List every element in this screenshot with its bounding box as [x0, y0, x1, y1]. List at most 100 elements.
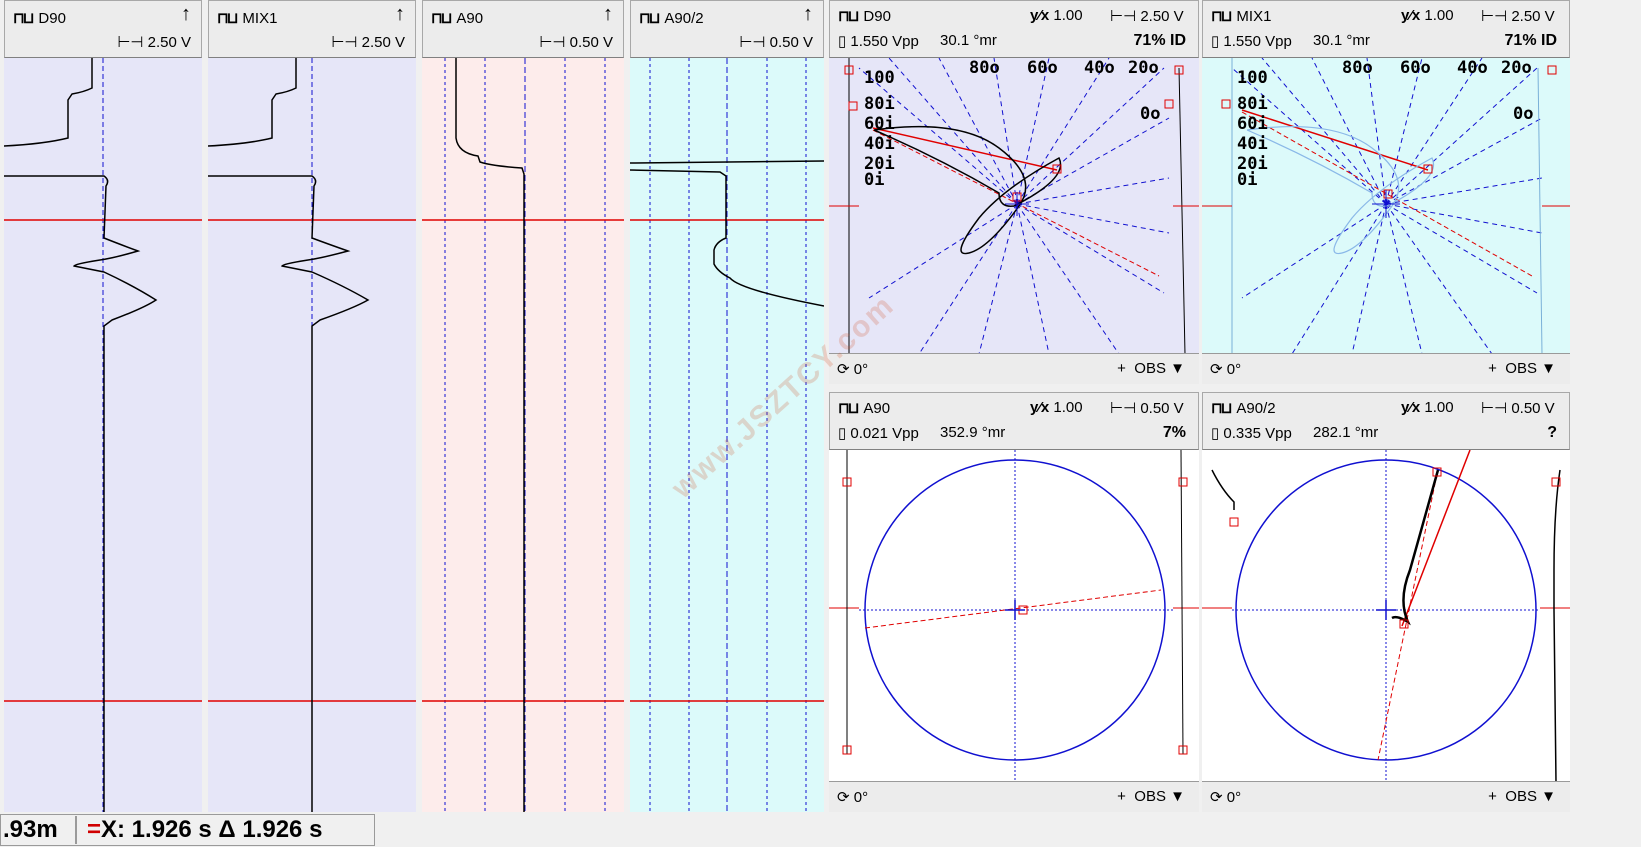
cal-label: 40i — [864, 134, 895, 154]
strip-header: ⊓⊔ A90 ↑ ⊢⊣ 0.50 V — [422, 0, 624, 58]
gain-value: 1.00 — [1053, 399, 1083, 416]
add-marker-icon[interactable]: + — [1117, 788, 1130, 805]
triangle-down-icon[interactable]: ▼ — [1170, 360, 1185, 377]
span-icon: ⊢⊣ — [331, 34, 362, 51]
rotate-control[interactable]: ⟳ 0° — [1210, 360, 1241, 378]
cal-label: 80i — [1237, 94, 1268, 114]
probe-icon: ▯ — [838, 425, 851, 442]
position-readout: .93m — [3, 816, 58, 843]
channel-name: D90 — [863, 8, 891, 25]
lissajous-plot[interactable]: 100 80i 60i 40i 20i 0i 80o 60o 40o 20o 0… — [1202, 58, 1570, 354]
channel-name: A90 — [456, 10, 484, 27]
rotate-control[interactable]: ⟳ 0° — [837, 788, 868, 806]
rotation-value: 0° — [1226, 361, 1242, 378]
lissajous-plot[interactable] — [1202, 450, 1570, 782]
probe-icon: ▯ — [1211, 33, 1224, 50]
arrow-up-icon[interactable]: ↑ — [603, 4, 613, 24]
cal-label: 40o — [1084, 58, 1115, 78]
arrow-up-icon[interactable]: ↑ — [803, 4, 813, 24]
gain-icon: y⁄x — [1030, 7, 1054, 24]
channel-scale: 0.50 V — [1140, 400, 1184, 417]
gain-icon: y⁄x — [1401, 399, 1425, 416]
strip-panel-a90[interactable]: ⊓⊔ A90 ↑ ⊢⊣ 0.50 V — [422, 0, 624, 812]
lissajous-header: ⊓⊔ A90/2 y⁄x 1.00 ⊢⊣ 0.50 V ▯ 0.335 Vpp 2… — [1202, 392, 1570, 450]
channel-name: D90 — [38, 10, 66, 27]
result-percent: 71% ID — [1504, 32, 1557, 49]
span-icon: ⊢⊣ — [739, 34, 770, 51]
lissajous-plot[interactable] — [829, 450, 1199, 782]
mode-dropdown[interactable]: OBS — [1134, 360, 1166, 377]
cal-label: 80i — [864, 94, 895, 114]
lissajous-panel-mix1[interactable]: ⊓⊔ MIX1 y⁄x 1.00 ⊢⊣ 2.50 V ▯ 1.550 Vpp 30… — [1202, 0, 1570, 384]
lissajous-footer: ⟳ 0° + OBS ▼ — [1202, 353, 1570, 384]
rotate-control[interactable]: ⟳ 0° — [1210, 788, 1241, 806]
cal-label: 0o — [1140, 104, 1161, 124]
strip-plot[interactable] — [208, 58, 416, 812]
strip-panel-mix1[interactable]: ⊓⊔ MIX1 ↑ ⊢⊣ 2.50 V — [208, 0, 416, 812]
cal-label: 0o — [1513, 104, 1534, 124]
span-icon: ⊢⊣ — [539, 34, 570, 51]
cal-label: 80o — [969, 58, 1000, 78]
vpp-value: 0.021 Vpp — [850, 425, 919, 442]
cal-label: 60i — [864, 114, 895, 134]
strip-panel-d90[interactable]: ⊓⊔ D90 ↑ ⊢⊣ 2.50 V — [4, 0, 202, 812]
gain-value: 1.00 — [1424, 399, 1454, 416]
triangle-down-icon[interactable]: ▼ — [1541, 360, 1556, 377]
mode-dropdown[interactable]: OBS — [1505, 360, 1537, 377]
gain-value: 1.00 — [1424, 7, 1454, 24]
lissajous-header: ⊓⊔ D90 y⁄x 1.00 ⊢⊣ 2.50 V ▯ 1.550 Vpp 30.… — [829, 0, 1199, 58]
signal-icon: ⊓⊔ — [217, 10, 238, 27]
cal-label: 100 — [864, 68, 895, 88]
phase-angle: 282.1 °mr — [1313, 424, 1379, 441]
signal-icon: ⊓⊔ — [639, 10, 660, 27]
lissajous-header: ⊓⊔ A90 y⁄x 1.00 ⊢⊣ 0.50 V ▯ 0.021 Vpp 352… — [829, 392, 1199, 450]
cal-label: 80o — [1342, 58, 1373, 78]
rotation-value: 0° — [853, 361, 869, 378]
probe-icon: ▯ — [838, 33, 851, 50]
channel-scale: 2.50 V — [1511, 8, 1555, 25]
triangle-down-icon[interactable]: ▼ — [1541, 788, 1556, 805]
span-icon: ⊢⊣ — [117, 34, 148, 51]
strip-plot[interactable] — [422, 58, 624, 812]
arrow-up-icon[interactable]: ↑ — [181, 4, 191, 24]
signal-icon: ⊓⊔ — [1211, 8, 1232, 25]
status-bar: .93m =X: 1.926 s Δ 1.926 s — [0, 814, 375, 846]
lissajous-footer: ⟳ 0° + OBS ▼ — [1202, 781, 1570, 812]
lissajous-panel-a90-2[interactable]: ⊓⊔ A90/2 y⁄x 1.00 ⊢⊣ 0.50 V ▯ 0.335 Vpp 2… — [1202, 392, 1570, 812]
mode-dropdown[interactable]: OBS — [1134, 788, 1166, 805]
signal-icon: ⊓⊔ — [431, 10, 452, 27]
add-marker-icon[interactable]: + — [1488, 788, 1501, 805]
phase-angle: 30.1 °mr — [1313, 32, 1370, 49]
channel-scale: 2.50 V — [361, 34, 405, 51]
channel-scale: 0.50 V — [569, 34, 613, 51]
cal-label: 60i — [1237, 114, 1268, 134]
result-percent: ? — [1547, 424, 1557, 441]
signal-icon: ⊓⊔ — [1211, 400, 1232, 417]
span-icon: ⊢⊣ — [1481, 8, 1512, 25]
channel-scale: 0.50 V — [769, 34, 813, 51]
channel-name: MIX1 — [1236, 8, 1272, 25]
strip-plot[interactable] — [4, 58, 202, 812]
add-marker-icon[interactable]: + — [1488, 360, 1501, 377]
strip-header: ⊓⊔ D90 ↑ ⊢⊣ 2.50 V — [4, 0, 202, 58]
result-percent: 7% — [1162, 424, 1186, 441]
vpp-value: 1.550 Vpp — [850, 33, 919, 50]
lissajous-panel-a90[interactable]: ⊓⊔ A90 y⁄x 1.00 ⊢⊣ 0.50 V ▯ 0.021 Vpp 352… — [829, 392, 1199, 812]
triangle-down-icon[interactable]: ▼ — [1170, 788, 1185, 805]
rotate-icon: ⟳ — [837, 789, 854, 806]
result-percent: 71% ID — [1133, 32, 1186, 49]
span-icon: ⊢⊣ — [1110, 8, 1141, 25]
strip-header: ⊓⊔ A90/2 ↑ ⊢⊣ 0.50 V — [630, 0, 824, 58]
add-marker-icon[interactable]: + — [1117, 360, 1130, 377]
cursor-marker: = — [87, 816, 102, 843]
phase-angle: 352.9 °mr — [940, 424, 1006, 441]
rotate-icon: ⟳ — [1210, 789, 1227, 806]
channel-name: A90 — [863, 400, 891, 417]
lissajous-footer: ⟳ 0° + OBS ▼ — [829, 781, 1199, 812]
arrow-up-icon[interactable]: ↑ — [395, 4, 405, 24]
mode-dropdown[interactable]: OBS — [1505, 788, 1537, 805]
cal-label: 100 — [1237, 68, 1268, 88]
calibration-labels-in: 100 80i 60i 40i 20i 0i — [864, 68, 895, 190]
span-icon: ⊢⊣ — [1481, 400, 1512, 417]
cal-label: 20o — [1501, 58, 1532, 78]
